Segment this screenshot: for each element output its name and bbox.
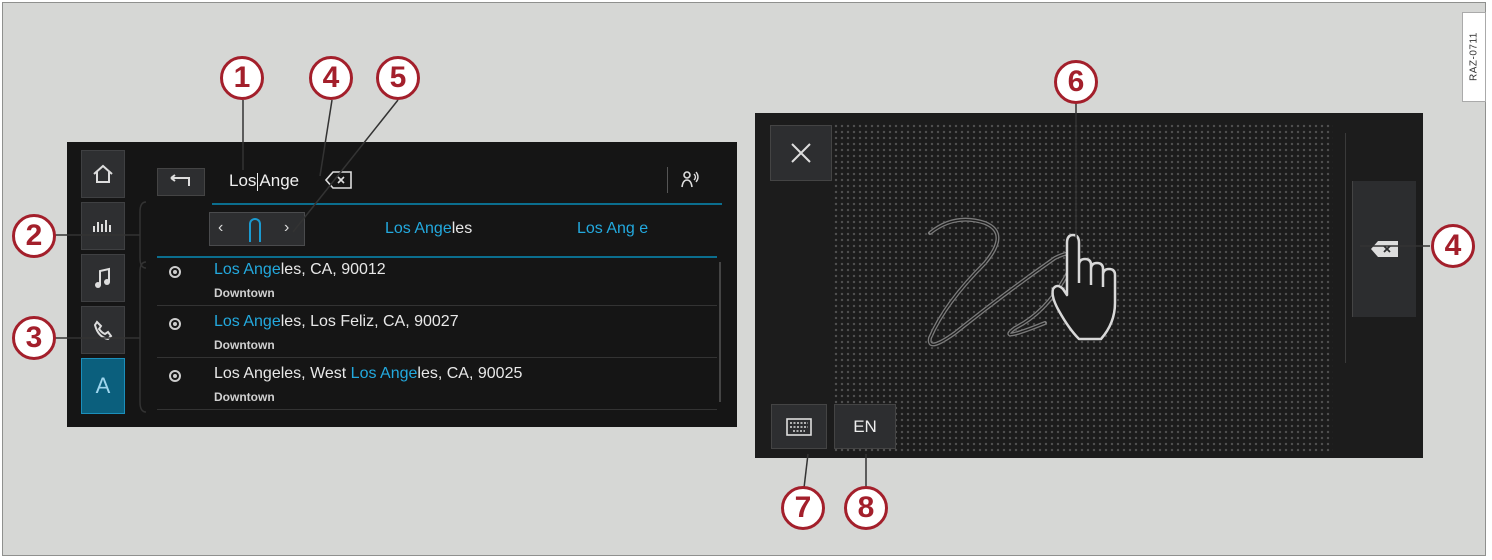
- callout-4: 4: [309, 56, 353, 100]
- callout-2: 2: [12, 214, 56, 258]
- callout-6: 6: [1054, 60, 1098, 104]
- callout-3: 3: [12, 316, 56, 360]
- callout-8: 8: [844, 486, 888, 530]
- callout-5: 5: [376, 56, 420, 100]
- callout-1: 1: [220, 56, 264, 100]
- callout-4-right: 4: [1431, 224, 1475, 268]
- callout-7: 7: [781, 486, 825, 530]
